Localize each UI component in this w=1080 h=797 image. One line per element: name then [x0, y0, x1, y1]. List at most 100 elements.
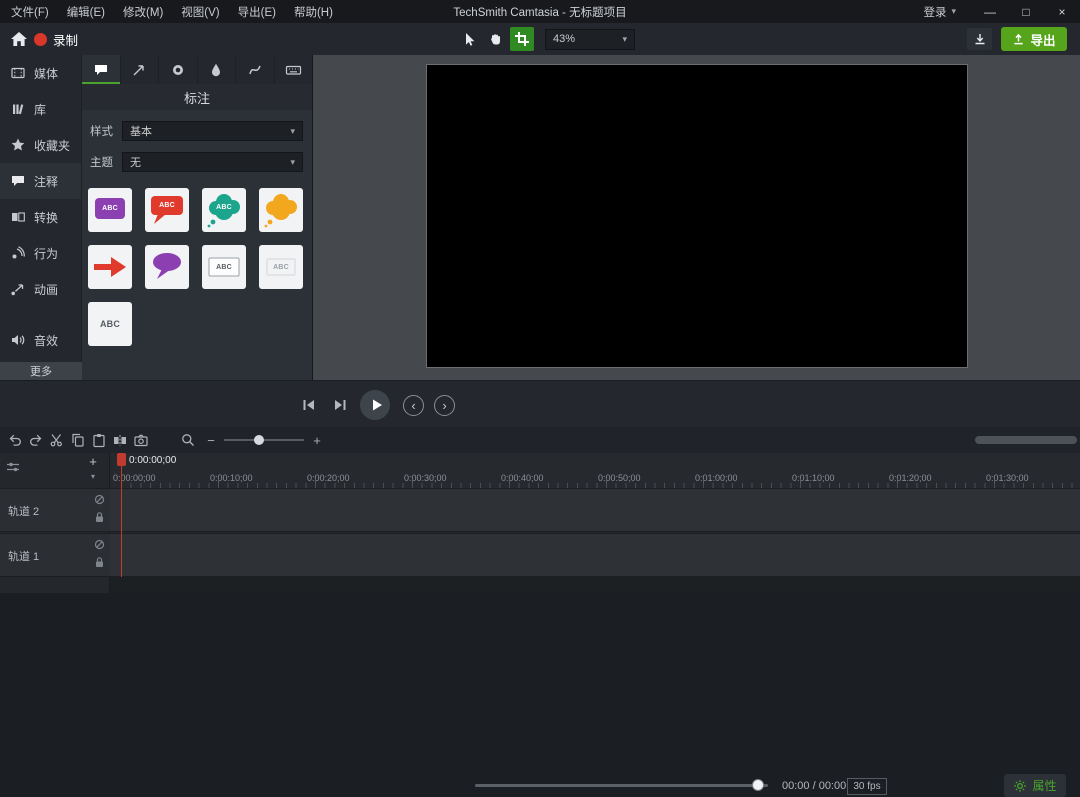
sidebar-item-favorites[interactable]: 收藏夹	[0, 127, 81, 163]
theme-dropdown[interactable]: 无 ▾	[122, 152, 303, 172]
seek-slider-handle[interactable]	[752, 779, 764, 791]
screenshot-button[interactable]	[130, 430, 151, 450]
tab-callouts[interactable]	[82, 55, 121, 84]
sidebar-item-animations[interactable]: 动画	[0, 271, 81, 307]
zoom-search-button[interactable]	[177, 430, 198, 450]
undo-button[interactable]	[4, 430, 25, 450]
step-back-icon	[303, 400, 314, 410]
cut-button[interactable]	[46, 430, 67, 450]
menu-file[interactable]: 文件(F)	[2, 0, 58, 23]
chevron-down-icon: ▾	[951, 6, 956, 16]
previous-frame-button[interactable]	[299, 397, 317, 413]
copy-button[interactable]	[67, 430, 88, 450]
link-toggle-icon[interactable]	[94, 494, 105, 505]
playhead-time: 0:00:00;00	[129, 455, 177, 466]
callout-thumb-oval-bubble[interactable]	[145, 245, 189, 289]
sketch-motion-icon	[249, 65, 261, 74]
sidebar-more-button[interactable]: 更多	[0, 362, 82, 380]
timeline-zoom-controls: − +	[177, 430, 324, 450]
canvas-tools: 43% ▾	[456, 27, 635, 51]
sidebar-item-transitions[interactable]: 转换	[0, 199, 81, 235]
theme-label: 主题	[90, 157, 113, 169]
record-button[interactable]: 录制	[34, 29, 78, 49]
callout-thumb-thought-cloud[interactable]	[259, 188, 303, 232]
track-lane-1[interactable]	[110, 533, 1080, 577]
crop-tool-button[interactable]	[510, 27, 534, 51]
playhead-line[interactable]	[121, 453, 122, 577]
callout-thumb-text-box[interactable]: ABC	[202, 245, 246, 289]
playhead-handle[interactable]	[117, 453, 126, 466]
cursor-icon	[466, 33, 475, 46]
callout-thumb-speech-bubble[interactable]: ABC	[145, 188, 189, 232]
tab-shapes[interactable]	[159, 55, 198, 84]
paste-button[interactable]	[88, 430, 109, 450]
callout-thumb-plain-text[interactable]: ABC	[259, 245, 303, 289]
lock-icon[interactable]	[94, 511, 105, 523]
time-display: 00:00 / 00:00	[782, 780, 847, 792]
callout-thumb-keystroke[interactable]: ABC	[88, 302, 132, 346]
callout-thumb-rectangle[interactable]: ABC	[88, 188, 132, 232]
timeline-zoom-slider[interactable]	[224, 435, 304, 445]
media-icon	[11, 67, 25, 79]
timeline-zoom-handle[interactable]	[254, 435, 264, 445]
track-controls	[94, 494, 105, 523]
sidebar-item-media[interactable]: 媒体	[0, 55, 81, 91]
pan-tool-button[interactable]	[483, 27, 507, 51]
menu-view[interactable]: 视图(V)	[172, 0, 228, 23]
redo-button[interactable]	[25, 430, 46, 450]
track-options-icon[interactable]	[6, 461, 20, 473]
sidebar-item-annotations[interactable]: 注释	[0, 163, 81, 199]
tab-sketch[interactable]	[236, 55, 275, 84]
timeline-horizontal-scrollbar[interactable]	[975, 436, 1077, 444]
style-dropdown[interactable]: 基本 ▾	[122, 121, 303, 141]
tab-arrows[interactable]	[121, 55, 159, 84]
zoom-in-button[interactable]: +	[310, 433, 324, 448]
sidebar-item-audio-effects[interactable]: 音效	[0, 322, 81, 358]
lock-icon[interactable]	[94, 556, 105, 568]
sidebar-item-library[interactable]: 库	[0, 91, 81, 127]
split-button[interactable]	[109, 430, 130, 450]
canvas-zoom-select[interactable]: 43% ▾	[545, 28, 635, 50]
tab-blur[interactable]	[198, 55, 236, 84]
jump-back-button[interactable]: ‹	[403, 395, 424, 416]
track-lane-2[interactable]	[110, 488, 1080, 532]
gear-icon	[1014, 779, 1027, 792]
chevron-right-icon: ›	[442, 398, 447, 413]
download-button[interactable]	[967, 28, 992, 50]
jump-forward-button[interactable]: ›	[434, 395, 455, 416]
callout-thumb-cloud[interactable]: ABC	[202, 188, 246, 232]
select-tool-button[interactable]	[456, 27, 480, 51]
next-frame-button[interactable]	[331, 397, 349, 413]
menu-modify[interactable]: 修改(M)	[114, 0, 172, 23]
minimize-button[interactable]: —	[972, 0, 1008, 23]
collapse-tracks-button[interactable]: ▾	[84, 469, 102, 483]
panel-title: 标注	[82, 84, 312, 110]
callout-thumb-arrow[interactable]	[88, 245, 132, 289]
sidebar-item-label: 行为	[34, 246, 59, 261]
sidebar-item-behaviors[interactable]: 行为	[0, 235, 81, 271]
add-track-button[interactable]: +	[84, 453, 102, 469]
video-preview-canvas[interactable]	[426, 64, 968, 368]
track-header-2[interactable]: 轨道 2	[0, 488, 110, 532]
properties-button[interactable]: 属性	[1004, 774, 1066, 797]
home-button[interactable]	[8, 30, 30, 48]
zoom-out-button[interactable]: −	[204, 433, 218, 448]
timeline-ruler[interactable]: 0:00:00;00 0:00:10;00 0:00:20;00 0:00:30…	[110, 470, 1080, 488]
play-button[interactable]	[360, 390, 390, 420]
share-up-icon	[1014, 33, 1024, 44]
blur-drop-icon	[212, 63, 221, 76]
login-button[interactable]: 登录 ▾	[923, 4, 956, 20]
seek-slider[interactable]	[475, 779, 768, 791]
chevron-left-icon: ‹	[411, 398, 416, 413]
sidebar-item-label: 注释	[34, 174, 59, 189]
menu-edit[interactable]: 编辑(E)	[58, 0, 114, 23]
sidebar-item-label: 动画	[34, 282, 59, 297]
menu-help[interactable]: 帮助(H)	[285, 0, 342, 23]
track-header-1[interactable]: 轨道 1	[0, 533, 110, 577]
tab-keystroke[interactable]	[275, 55, 313, 84]
export-button[interactable]: 导出	[1001, 27, 1067, 51]
menu-export[interactable]: 导出(E)	[229, 0, 285, 23]
maximize-button[interactable]: □	[1008, 0, 1044, 23]
close-button[interactable]: ×	[1044, 0, 1080, 23]
link-toggle-icon[interactable]	[94, 539, 105, 550]
